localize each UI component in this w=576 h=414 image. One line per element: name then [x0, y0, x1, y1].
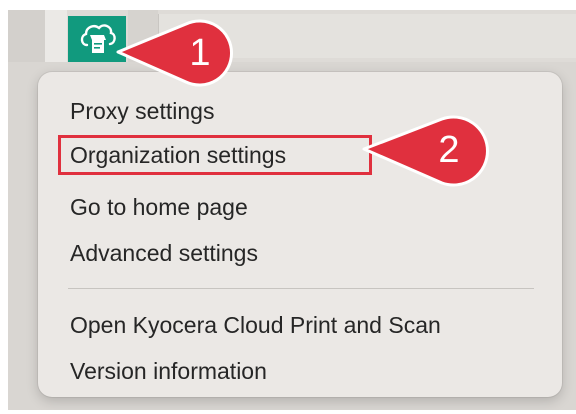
- menu-item-version-information[interactable]: Version information: [38, 349, 562, 393]
- highlight-box: [58, 135, 372, 175]
- menu-item-open-kyocera-cloud[interactable]: Open Kyocera Cloud Print and Scan: [38, 303, 562, 347]
- callout-1: 1: [116, 19, 234, 87]
- callout-1-number: 1: [189, 32, 210, 74]
- menu-item-advanced-settings[interactable]: Advanced settings: [38, 231, 562, 275]
- cloud-icon: [80, 24, 116, 53]
- menu-separator: [68, 288, 534, 289]
- callout-2-number: 2: [438, 129, 459, 171]
- menu-bar: [8, 10, 576, 62]
- callout-2: 2: [362, 115, 489, 187]
- screenshot-frame: Proxy settings Organization settings Go …: [8, 10, 576, 410]
